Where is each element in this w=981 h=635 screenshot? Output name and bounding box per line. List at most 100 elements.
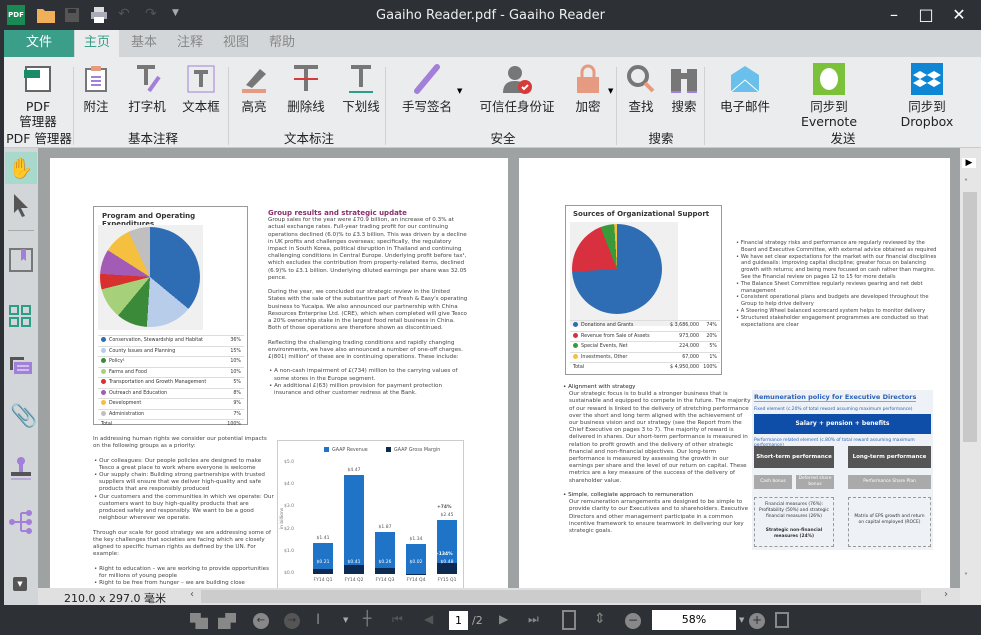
next-page-icon[interactable]: ▶ bbox=[499, 612, 508, 626]
page-number-input[interactable]: 1 bbox=[449, 611, 468, 630]
bullet-item: • A Steering Wheel balanced scorecard sy… bbox=[736, 307, 926, 314]
legend-text: Conservation, Stewardship and Habitat bbox=[109, 338, 204, 343]
bullet-text: Financial strategy risks and performance… bbox=[740, 240, 937, 253]
bullet-text: Right to education – we are working to p… bbox=[99, 565, 270, 579]
bullet-item: • Financial strategy risks and performan… bbox=[736, 240, 937, 253]
total-value: 100% bbox=[227, 422, 241, 427]
margin-data-label: $0.21 bbox=[316, 560, 330, 565]
total-amount: $ 4,950,000 bbox=[670, 365, 699, 370]
bullet-item: • An additional £(63) million provision … bbox=[269, 382, 442, 397]
highlight-button[interactable]: 高亮 bbox=[234, 63, 274, 114]
last-page-icon[interactable]: ⏭ bbox=[528, 612, 539, 627]
comments-icon[interactable] bbox=[9, 356, 33, 380]
fit-page-icon[interactable] bbox=[562, 610, 576, 630]
legend-text: Revenue from Sale of Assets bbox=[581, 333, 650, 339]
scroll-down-icon[interactable]: ˅ bbox=[964, 572, 968, 581]
tab-file[interactable]: 文件 bbox=[4, 30, 74, 57]
zoom-level-input[interactable]: 58% bbox=[652, 610, 736, 630]
note-button[interactable]: 附注 bbox=[78, 63, 114, 114]
pdf-manager-button[interactable]: PDF 管理器 bbox=[8, 63, 68, 129]
legend-value: 74% bbox=[706, 323, 717, 328]
measures-box: Financial measures (76%): Profitability … bbox=[754, 497, 834, 547]
bullet-text: Our colleagues: Our people policies are … bbox=[99, 457, 262, 471]
scrollbar-thumb[interactable] bbox=[963, 192, 977, 442]
tab-annotate[interactable]: 注释 bbox=[168, 30, 212, 57]
subheading: • Alignment with strategy bbox=[563, 384, 636, 390]
tab-home[interactable]: 主页 bbox=[75, 30, 119, 57]
sync-dropbox-button[interactable]: 同步到Dropbox bbox=[882, 63, 972, 129]
legend-row: Special Events, Net 224,000 5% bbox=[570, 341, 720, 352]
scroll-right-icon[interactable]: › bbox=[944, 589, 948, 600]
rotate-left-icon[interactable] bbox=[190, 613, 208, 629]
y-tick-label: $5.0 bbox=[284, 460, 295, 465]
textbox-icon bbox=[187, 65, 215, 93]
revenue-data-label: $1.41 bbox=[316, 535, 330, 541]
binoculars-icon bbox=[671, 69, 697, 93]
bullet-item: • Our supply chain: Building strong part… bbox=[94, 472, 265, 493]
zoom-in-icon[interactable]: + bbox=[749, 613, 765, 629]
x-tick-label: FY14 Q2 bbox=[344, 578, 364, 583]
handwritten-signature-button[interactable]: 手写签名 bbox=[394, 63, 460, 114]
attachment-icon[interactable]: 📎 bbox=[10, 404, 37, 429]
minimize-button[interactable]: – bbox=[881, 5, 907, 24]
textbox-button[interactable]: 文本框 bbox=[176, 63, 226, 114]
underline-button[interactable]: 下划线 bbox=[336, 63, 386, 114]
legend-text: Outreach and Education bbox=[109, 390, 168, 396]
hand-tool-icon[interactable]: ✋ bbox=[5, 152, 37, 184]
email-button[interactable]: 电子邮件 bbox=[712, 63, 778, 114]
close-button[interactable]: ✕ bbox=[946, 5, 972, 24]
zoom-dropdown-icon[interactable]: ▼ bbox=[739, 616, 744, 624]
previous-view-icon[interactable]: ← bbox=[253, 613, 269, 629]
text-select-dropdown-icon[interactable]: ▼ bbox=[343, 616, 348, 624]
paragraph: In addressing human rights we consider o… bbox=[93, 436, 267, 450]
tab-help[interactable]: 帮助 bbox=[260, 30, 304, 57]
share-plan-box: Performance Share Plan bbox=[848, 475, 931, 489]
signature-dropdown-icon[interactable]: ▼ bbox=[457, 87, 462, 95]
tab-basic[interactable]: 基本 bbox=[122, 30, 166, 57]
bullet-text: Our supply chain: Building strong partne… bbox=[99, 472, 265, 493]
select-arrow-icon[interactable] bbox=[12, 192, 30, 218]
legend-row: Donations and Grants $ 3,686,000 74% bbox=[570, 320, 720, 331]
thumbnails-icon[interactable] bbox=[9, 305, 31, 327]
sync-evernote-button[interactable]: 同步到Evernote bbox=[784, 63, 874, 129]
fit-width-icon[interactable]: ⇕ bbox=[594, 611, 606, 627]
typewriter-icon bbox=[137, 65, 161, 93]
search-button[interactable]: 搜索 bbox=[666, 63, 702, 114]
pdf-page-1: Program and Operating Expenditures Conse… bbox=[50, 158, 508, 588]
strikeout-button[interactable]: 删除线 bbox=[280, 63, 332, 114]
legend-item-revenue: GAAP Revenue bbox=[324, 447, 368, 453]
structure-tree-icon[interactable] bbox=[9, 510, 33, 534]
horizontal-scrollbar[interactable] bbox=[201, 590, 921, 603]
find-button[interactable]: 查找 bbox=[623, 63, 659, 114]
total-label: Total bbox=[101, 422, 113, 427]
user-check-icon bbox=[503, 66, 532, 94]
rotate-right-icon[interactable] bbox=[218, 613, 236, 629]
text-select-icon[interactable]: Ι bbox=[316, 612, 320, 628]
scroll-up-icon[interactable]: ˄ bbox=[964, 178, 968, 187]
snapshot-icon[interactable]: ┼ bbox=[363, 611, 371, 627]
sidebar-expand-icon[interactable]: ▼ bbox=[13, 577, 27, 591]
encrypt-button[interactable]: 加密 bbox=[568, 63, 608, 114]
maximize-button[interactable]: □ bbox=[913, 5, 939, 24]
bookmark-icon[interactable] bbox=[9, 248, 33, 272]
legend-swatch bbox=[573, 343, 578, 348]
tab-view[interactable]: 视图 bbox=[214, 30, 258, 57]
trusted-identity-button[interactable]: 可信任身份证 bbox=[474, 63, 560, 114]
next-view-icon[interactable]: → bbox=[284, 613, 300, 629]
vertical-scrollbar[interactable]: ▶ ˄ ˅ bbox=[960, 148, 981, 605]
stamp-icon[interactable] bbox=[10, 456, 32, 480]
first-page-icon[interactable]: ⏮ bbox=[392, 612, 403, 627]
ribbon-tabs: 文件 主页 基本 注释 视图 帮助 bbox=[4, 30, 981, 57]
encrypt-dropdown-icon[interactable]: ▼ bbox=[608, 87, 613, 95]
legend-label: Policy¹ bbox=[101, 357, 125, 367]
underline-icon bbox=[349, 65, 373, 93]
zoom-out-icon[interactable]: − bbox=[625, 613, 641, 629]
bullet-text: We have set clear expectations for the m… bbox=[740, 253, 937, 280]
scroll-left-icon[interactable]: ‹ bbox=[190, 589, 194, 600]
typewriter-button[interactable]: 打字机 bbox=[122, 63, 172, 114]
previous-page-icon[interactable]: ◀ bbox=[424, 612, 433, 626]
legend-amount: 67,000 bbox=[682, 354, 699, 360]
signature-label: 手写签名 bbox=[401, 99, 452, 114]
scroll-right-arrow-icon[interactable]: ▶ bbox=[962, 158, 976, 168]
full-screen-icon[interactable] bbox=[775, 612, 789, 628]
